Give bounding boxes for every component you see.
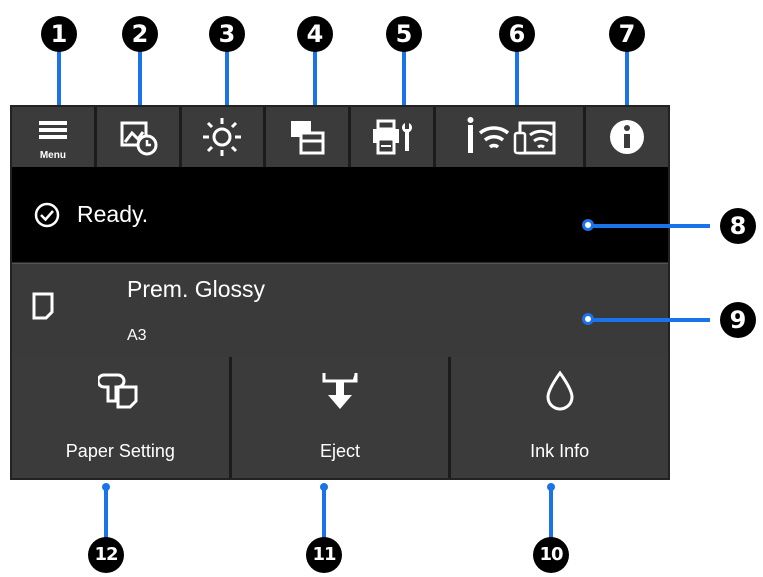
callout-number-2: 2 — [122, 16, 158, 52]
paper-type: Prem. Glossy — [127, 276, 266, 302]
callout-dot-9 — [582, 313, 594, 325]
information-icon — [610, 120, 645, 154]
callout-number-5: 5 — [386, 16, 422, 52]
callout-dot-8 — [582, 219, 594, 231]
callout-line-6 — [515, 50, 519, 108]
callout-line-5 — [402, 50, 406, 108]
callout-line-10 — [549, 488, 553, 543]
paper-size: A3 — [127, 327, 147, 344]
callout-number-11: 11 — [306, 537, 342, 573]
callout-number-1: 1 — [41, 16, 77, 52]
ink-info-label: Ink Info — [530, 441, 590, 461]
callout-number-10: 10 — [533, 537, 569, 573]
callout-line-3 — [225, 50, 229, 108]
printer-settings-button[interactable] — [351, 107, 433, 167]
callout-number-8: 8 — [720, 208, 756, 244]
callout-number-3: 3 — [209, 16, 245, 52]
status-text: Ready. — [77, 201, 149, 227]
callout-number-12: 12 — [88, 537, 124, 573]
status-area[interactable]: Ready. — [12, 167, 668, 262]
job-queue-icon — [291, 121, 325, 155]
maintenance-button[interactable] — [96, 107, 179, 167]
check-circle-icon — [34, 202, 60, 228]
callout-line-9 — [590, 318, 710, 322]
brightness-button[interactable] — [181, 107, 264, 167]
eject-icon — [322, 373, 358, 409]
callout-line-8 — [590, 224, 710, 228]
paper-sheet-icon — [32, 292, 54, 320]
callout-line-1 — [57, 50, 61, 108]
eject-button[interactable]: Eject — [231, 357, 449, 478]
paper-info-area[interactable]: Prem. Glossy A3 — [12, 263, 668, 357]
callout-line-2 — [138, 50, 142, 108]
icon-bar: Menu — [12, 107, 669, 167]
callout-number-4: 4 — [297, 16, 333, 52]
callout-number-9: 9 — [720, 302, 756, 338]
eject-label: Eject — [319, 441, 361, 461]
callout-line-7 — [625, 50, 629, 108]
information-button[interactable] — [586, 107, 669, 167]
paper-setting-icon — [98, 373, 138, 409]
callout-number-6: 6 — [499, 16, 535, 52]
paper-setting-button[interactable]: Paper Setting — [12, 357, 229, 478]
ink-info-button[interactable]: Ink Info — [451, 357, 669, 478]
maintenance-schedule-icon — [120, 121, 158, 156]
menu-label: Menu — [39, 150, 66, 161]
brightness-icon — [203, 118, 242, 156]
bottom-buttons: Paper Setting Eject Ink Info — [12, 357, 669, 478]
callout-number-7: 7 — [609, 16, 645, 52]
callout-line-12 — [104, 488, 108, 543]
printer-settings-icon — [373, 119, 413, 155]
callout-line-4 — [313, 50, 317, 108]
ink-drop-icon — [546, 370, 574, 411]
callout-line-11 — [322, 488, 326, 543]
network-status-icon — [467, 117, 556, 155]
menu-button[interactable]: Menu — [12, 107, 94, 167]
job-queue-button[interactable] — [266, 107, 349, 167]
paper-setting-label: Paper Setting — [65, 441, 175, 461]
network-status-button[interactable] — [435, 107, 584, 167]
printer-control-panel: Menu Ready. Prem. Glossy A3 Paper Settin… — [10, 105, 670, 480]
